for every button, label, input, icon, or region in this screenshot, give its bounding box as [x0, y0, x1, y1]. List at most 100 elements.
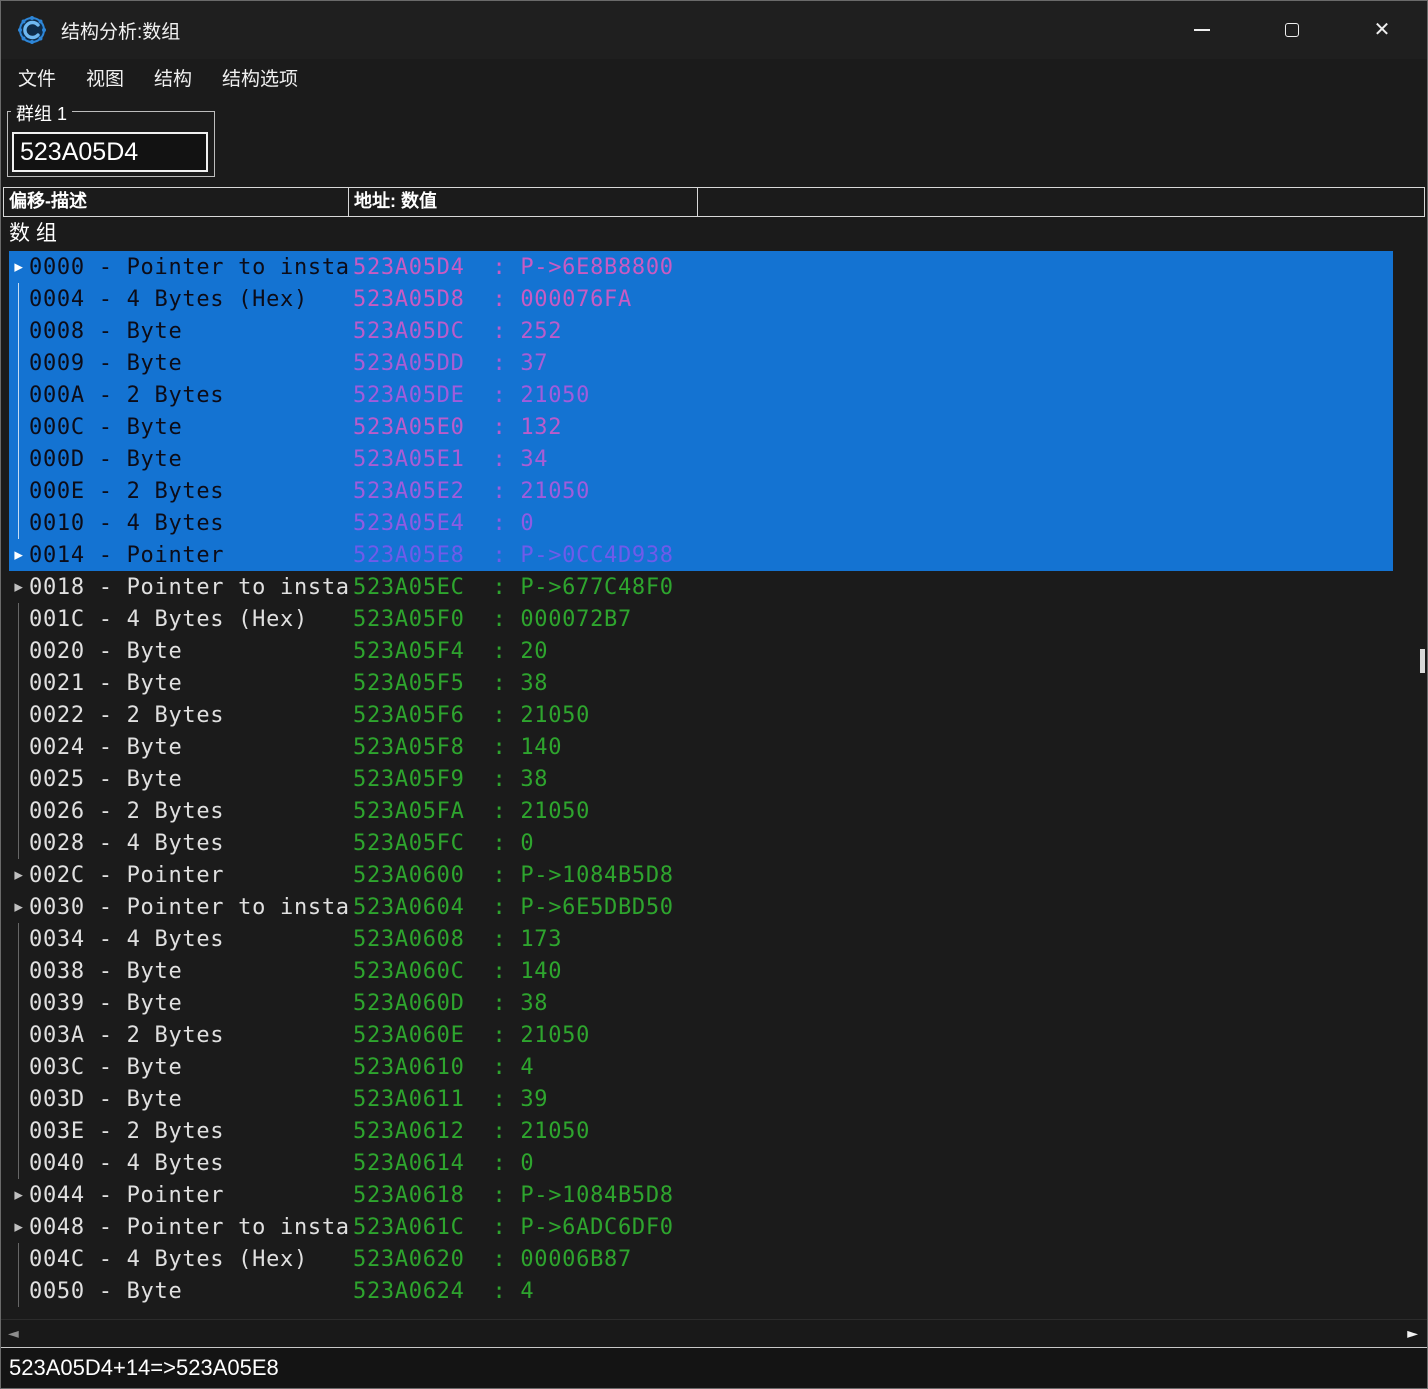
struct-row[interactable]: 0021 - Byte523A05F5 : 38	[9, 667, 1393, 699]
row-address-value: 523A060D : 38	[353, 991, 548, 1016]
expand-arrow-icon[interactable]: ▸	[9, 891, 29, 923]
struct-row[interactable]: 0040 - 4 Bytes523A0614 : 0	[9, 1147, 1393, 1179]
struct-row[interactable]: 0022 - 2 Bytes523A05F6 : 21050	[9, 699, 1393, 731]
struct-row[interactable]: 000C - Byte523A05E0 : 132	[9, 411, 1393, 443]
struct-row[interactable]: 0034 - 4 Bytes523A0608 : 173	[9, 923, 1393, 955]
struct-row[interactable]: 0008 - Byte523A05DC : 252	[9, 315, 1393, 347]
struct-row[interactable]: 003A - 2 Bytes523A060E : 21050	[9, 1019, 1393, 1051]
struct-row[interactable]: 000A - 2 Bytes523A05DE : 21050	[9, 379, 1393, 411]
menu-view[interactable]: 视图	[71, 64, 139, 91]
struct-row[interactable]: 001C - 4 Bytes (Hex)523A05F0 : 000072B7	[9, 603, 1393, 635]
group-area: 群组 1	[1, 95, 1427, 187]
tree-line	[9, 507, 29, 539]
struct-row[interactable]: ▸0044 - Pointer523A0618 : P->1084B5D8	[9, 1179, 1393, 1211]
minimize-button[interactable]	[1157, 1, 1247, 59]
struct-row[interactable]: 003E - 2 Bytes523A0612 : 21050	[9, 1115, 1393, 1147]
struct-list: ▸0000 - Pointer to insta523A05D4 : P->6E…	[1, 251, 1427, 1307]
row-offset-description: 000C - Byte	[29, 415, 353, 440]
group-address-input[interactable]	[12, 132, 208, 172]
row-address-value: 523A0612 : 21050	[353, 1119, 590, 1144]
tree-line	[9, 1083, 29, 1115]
struct-row[interactable]: 0024 - Byte523A05F8 : 140	[9, 731, 1393, 763]
tree-line	[9, 411, 29, 443]
row-offset-description: 0018 - Pointer to insta	[29, 575, 353, 600]
tree-line	[9, 923, 29, 955]
row-offset-description: 0008 - Byte	[29, 319, 353, 344]
row-offset-description: 0028 - 4 Bytes	[29, 831, 353, 856]
row-address-value: 523A0600 : P->1084B5D8	[353, 863, 674, 888]
struct-row[interactable]: ▸0030 - Pointer to insta523A0604 : P->6E…	[9, 891, 1393, 923]
expand-arrow-icon[interactable]: ▸	[9, 859, 29, 891]
expand-arrow-icon[interactable]: ▸	[9, 539, 29, 571]
struct-row[interactable]: 0010 - 4 Bytes523A05E4 : 0	[9, 507, 1393, 539]
column-header-offset-description[interactable]: 偏移-描述	[3, 187, 349, 217]
expand-arrow-icon[interactable]: ▸	[9, 251, 29, 283]
struct-row[interactable]: 0020 - Byte523A05F4 : 20	[9, 635, 1393, 667]
struct-row[interactable]: ▸0018 - Pointer to insta523A05EC : P->67…	[9, 571, 1393, 603]
struct-row[interactable]: ▸0000 - Pointer to insta523A05D4 : P->6E…	[9, 251, 1393, 283]
row-offset-description: 003D - Byte	[29, 1087, 353, 1112]
struct-row[interactable]: 003D - Byte523A0611 : 39	[9, 1083, 1393, 1115]
tree-line	[9, 731, 29, 763]
expand-arrow-icon[interactable]: ▸	[9, 1179, 29, 1211]
titlebar: 结构分析:数组 ✕	[1, 1, 1427, 59]
expand-arrow-icon[interactable]: ▸	[9, 571, 29, 603]
scroll-left-icon[interactable]: ◄	[8, 1326, 19, 1342]
row-address-value: 523A061C : P->6ADC6DF0	[353, 1215, 674, 1240]
row-offset-description: 000A - 2 Bytes	[29, 383, 353, 408]
column-header-address-value[interactable]: 地址: 数值	[348, 187, 698, 217]
row-address-value: 523A05F4 : 20	[353, 639, 548, 664]
row-address-value: 523A0610 : 4	[353, 1055, 534, 1080]
tree-line	[9, 443, 29, 475]
menu-file[interactable]: 文件	[3, 64, 71, 91]
struct-row[interactable]: ▸002C - Pointer523A0600 : P->1084B5D8	[9, 859, 1393, 891]
scroll-right-icon[interactable]: ►	[1407, 1326, 1418, 1342]
menu-structure-options[interactable]: 结构选项	[207, 64, 313, 91]
struct-row[interactable]: 004C - 4 Bytes (Hex)523A0620 : 00006B87	[9, 1243, 1393, 1275]
struct-row[interactable]: 0039 - Byte523A060D : 38	[9, 987, 1393, 1019]
struct-row[interactable]: 0009 - Byte523A05DD : 37	[9, 347, 1393, 379]
row-offset-description: 003E - 2 Bytes	[29, 1119, 353, 1144]
struct-row[interactable]: 0026 - 2 Bytes523A05FA : 21050	[9, 795, 1393, 827]
struct-row[interactable]: 000D - Byte523A05E1 : 34	[9, 443, 1393, 475]
tree-root-array-node[interactable]: 数 组	[1, 217, 1427, 251]
row-offset-description: 0038 - Byte	[29, 959, 353, 984]
tree-line	[9, 283, 29, 315]
row-address-value: 523A05F6 : 21050	[353, 703, 590, 728]
column-header-empty[interactable]	[697, 187, 1425, 217]
struct-row[interactable]: 003C - Byte523A0610 : 4	[9, 1051, 1393, 1083]
tree-line	[9, 1147, 29, 1179]
tree-line	[9, 795, 29, 827]
row-address-value: 523A0618 : P->1084B5D8	[353, 1183, 674, 1208]
horizontal-scrollbar[interactable]: ◄ ►	[1, 1319, 1427, 1347]
caption-buttons: ✕	[1157, 1, 1427, 59]
tree-line	[9, 347, 29, 379]
struct-row[interactable]: 0038 - Byte523A060C : 140	[9, 955, 1393, 987]
struct-row[interactable]: ▸0048 - Pointer to insta523A061C : P->6A…	[9, 1211, 1393, 1243]
tree-line	[9, 987, 29, 1019]
row-address-value: 523A05E4 : 0	[353, 511, 534, 536]
row-address-value: 523A05FC : 0	[353, 831, 534, 856]
row-offset-description: 0040 - 4 Bytes	[29, 1151, 353, 1176]
struct-row[interactable]: 000E - 2 Bytes523A05E2 : 21050	[9, 475, 1393, 507]
cheat-engine-icon	[17, 15, 47, 45]
tree-line	[9, 379, 29, 411]
struct-row[interactable]: 0025 - Byte523A05F9 : 38	[9, 763, 1393, 795]
vertical-scrollbar-thumb[interactable]	[1420, 649, 1425, 673]
maximize-button[interactable]	[1247, 1, 1337, 59]
close-button[interactable]: ✕	[1337, 1, 1427, 59]
expand-arrow-icon[interactable]: ▸	[9, 1211, 29, 1243]
struct-row[interactable]: 0050 - Byte523A0624 : 4	[9, 1275, 1393, 1307]
statusbar: 523A05D4+14=>523A05E8	[1, 1347, 1427, 1388]
column-headers: 偏移-描述 地址: 数值	[3, 187, 1425, 217]
menubar: 文件 视图 结构 结构选项	[1, 59, 1427, 95]
tree-line	[9, 955, 29, 987]
struct-row[interactable]: 0028 - 4 Bytes523A05FC : 0	[9, 827, 1393, 859]
struct-row[interactable]: ▸0014 - Pointer523A05E8 : P->0CC4D938	[9, 539, 1393, 571]
struct-row[interactable]: 0004 - 4 Bytes (Hex)523A05D8 : 000076FA	[9, 283, 1393, 315]
row-offset-description: 0022 - 2 Bytes	[29, 703, 353, 728]
close-icon: ✕	[1374, 20, 1391, 40]
menu-structures[interactable]: 结构	[139, 64, 207, 91]
row-address-value: 523A0620 : 00006B87	[353, 1247, 632, 1272]
row-offset-description: 0048 - Pointer to insta	[29, 1215, 353, 1240]
